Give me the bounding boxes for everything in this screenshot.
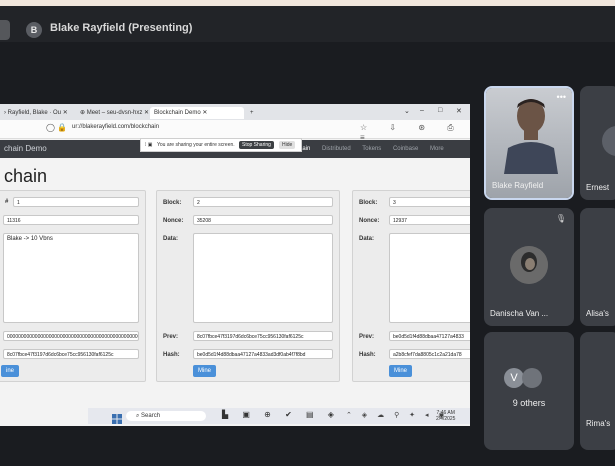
nav-distributed[interactable]: Distributed xyxy=(322,146,351,152)
participant-tile-alisa[interactable]: Alisa's xyxy=(580,208,615,326)
participant-tile-blake[interactable]: ••• Blake Rayfield xyxy=(484,86,574,200)
browser-tab-2[interactable]: ⊕ Meet – seu-dvsn-hxz ✕ xyxy=(76,107,153,119)
data-textarea[interactable] xyxy=(193,233,333,323)
person-video-icon xyxy=(504,99,558,174)
share-icon: ⁞ ▣ xyxy=(145,142,153,148)
presenter-bar: B Blake Rayfield (Presenting) xyxy=(0,6,615,42)
hash-field[interactable]: 8c07fbce47f3197d6dc6bce75cc956130faf6125… xyxy=(3,349,139,359)
os-taskbar: ⌕ Search ▙ ▣ ⊕ ✔ ▤ ◈ ⌃ ◈ ☁ ⚲ ✦ ◂ ◉ 7:46 … xyxy=(88,408,470,424)
taskbar-clock[interactable]: 7:46 AM 2/4/2025 xyxy=(436,410,455,422)
participant-name: Alisa's xyxy=(586,309,609,318)
block-number-label: Block: xyxy=(163,200,182,206)
data-label: Data: xyxy=(163,236,179,242)
hash-label: Hash: xyxy=(359,352,376,358)
avatar-photo-icon xyxy=(510,246,548,284)
nonce-field[interactable]: 12937 xyxy=(389,215,470,225)
share-banner-text: You are sharing your entire screen. xyxy=(157,142,235,148)
system-tray-icons[interactable]: ⌃ ◈ ☁ ⚲ ✦ ◂ ◉ xyxy=(346,411,449,419)
mine-button[interactable]: ine xyxy=(1,365,20,377)
shield-lock-icon: ◯ 🔒 xyxy=(46,123,68,132)
stop-sharing-button[interactable]: Stop Sharing xyxy=(239,141,274,149)
participant-tile-rima[interactable]: Rima's xyxy=(580,332,615,450)
prev-hash-field[interactable]: be0d5d1f4d88dbaa47127a4833 xyxy=(389,331,470,341)
url-field[interactable]: ur://blakerayfield.com/blockchain xyxy=(72,124,159,130)
nonce-label: Nonce: xyxy=(359,218,380,224)
presenter-title: Blake Rayfield (Presenting) xyxy=(50,22,193,34)
nav-more[interactable]: More xyxy=(430,146,444,152)
hash-label: Hash: xyxy=(163,352,180,358)
taskbar-search[interactable]: ⌕ Search xyxy=(126,411,206,421)
participant-name: Danischa Van ... xyxy=(490,309,549,318)
prev-hash-field[interactable]: 0000000000000000000000000000000000000000… xyxy=(3,331,139,341)
new-tab-button[interactable]: + xyxy=(246,107,258,119)
block-number-label: # xyxy=(5,199,9,205)
browser-tab-1[interactable]: › Rayfield, Blake · Ou ✕ xyxy=(0,107,72,119)
participant-name: Ernest xyxy=(586,183,610,192)
block-number-field[interactable]: 1 xyxy=(13,197,139,207)
hide-banner-button[interactable]: Hide xyxy=(279,141,296,149)
prev-label: Prev: xyxy=(359,334,375,340)
mine-button[interactable]: Mine xyxy=(193,365,217,377)
muted-mic-icon: 🎙 xyxy=(555,214,566,223)
block-card-2: Block: 2 Nonce: 35208 Data: Prev: 8c07fb… xyxy=(156,190,340,382)
app-nav-links: chain Distributed Tokens Coinbase More xyxy=(296,146,454,152)
participant-tile-danischa[interactable]: 🎙 Danischa Van ... xyxy=(484,208,574,326)
presenter-avatar-icon: B xyxy=(26,22,42,38)
taskbar-search-label: Search xyxy=(141,413,161,419)
participant-tile-others[interactable]: V 9 others xyxy=(484,332,574,450)
avatar xyxy=(602,126,615,156)
prev-label: Prev: xyxy=(163,334,179,340)
address-bar: ◯ 🔒 ur://blakerayfield.com/blockchain ☆ … xyxy=(0,120,470,142)
block-number-label: Block: xyxy=(359,200,378,206)
app-brand[interactable]: chain Demo xyxy=(4,144,47,153)
nonce-label: Nonce: xyxy=(163,218,184,224)
more-options-icon[interactable]: ••• xyxy=(557,92,566,102)
avatar-initial: V xyxy=(504,368,524,388)
maximize-icon[interactable]: □ xyxy=(438,107,442,114)
clock-date: 2/4/2025 xyxy=(436,416,456,422)
data-textarea[interactable] xyxy=(389,233,470,323)
data-textarea[interactable]: Blake -> 10 Vbns xyxy=(3,233,139,323)
block-card-3: Block: 3 Nonce: 12937 Data: Prev: be0d5d… xyxy=(352,190,470,382)
nav-coinbase[interactable]: Coinbase xyxy=(393,146,418,152)
hash-field[interactable]: a2b8cfef7da8805c1c2a21da78 xyxy=(389,349,470,359)
others-count: 9 others xyxy=(512,398,546,408)
minimize-icon[interactable]: – xyxy=(420,107,424,114)
participant-name: Blake Rayfield xyxy=(492,181,544,190)
page-title: chain xyxy=(4,166,48,186)
browser-tab-active[interactable]: Blockchain Demo ✕ xyxy=(150,107,244,119)
block-card-1: # 1 11316 Blake -> 10 Vbns 0000000000000… xyxy=(0,190,146,382)
browser-tab-strip: › Rayfield, Blake · Ou ✕ ⊕ Meet – seu-dv… xyxy=(0,104,470,120)
nonce-field[interactable]: 11316 xyxy=(3,215,139,225)
tab-list-icon[interactable]: ⌄ xyxy=(404,107,410,115)
nonce-field[interactable]: 35208 xyxy=(193,215,333,225)
participant-name: Rima's xyxy=(586,419,611,428)
taskbar-app-icons[interactable]: ▙ ▣ ⊕ ✔ ▤ ◈ xyxy=(222,410,340,419)
avatar xyxy=(510,246,548,284)
prev-hash-field[interactable]: 8c07fbce47f3197d6dc6bce75cc956130faf6125… xyxy=(193,331,333,341)
block-number-field[interactable]: 2 xyxy=(193,197,333,207)
avatar-photo xyxy=(522,368,542,388)
windows-start-icon[interactable] xyxy=(112,411,122,424)
block-number-field[interactable]: 3 xyxy=(389,197,470,207)
mine-button[interactable]: Mine xyxy=(389,365,413,377)
meeting-window: B Blake Rayfield (Presenting) › Rayfield… xyxy=(0,0,615,466)
participant-tile-ernest[interactable]: Ernest xyxy=(580,86,615,200)
back-button[interactable] xyxy=(0,20,10,40)
nav-tokens[interactable]: Tokens xyxy=(362,146,381,152)
close-window-icon[interactable]: ✕ xyxy=(456,107,462,115)
shared-screen: › Rayfield, Blake · Ou ✕ ⊕ Meet – seu-dv… xyxy=(0,104,470,426)
hash-field[interactable]: be0d5d1f4d88dbaa47127a4833ad3df0ab4f7f8b… xyxy=(193,349,333,359)
screen-share-banner: ⁞ ▣ You are sharing your entire screen. … xyxy=(140,138,302,152)
data-label: Data: xyxy=(359,236,375,242)
